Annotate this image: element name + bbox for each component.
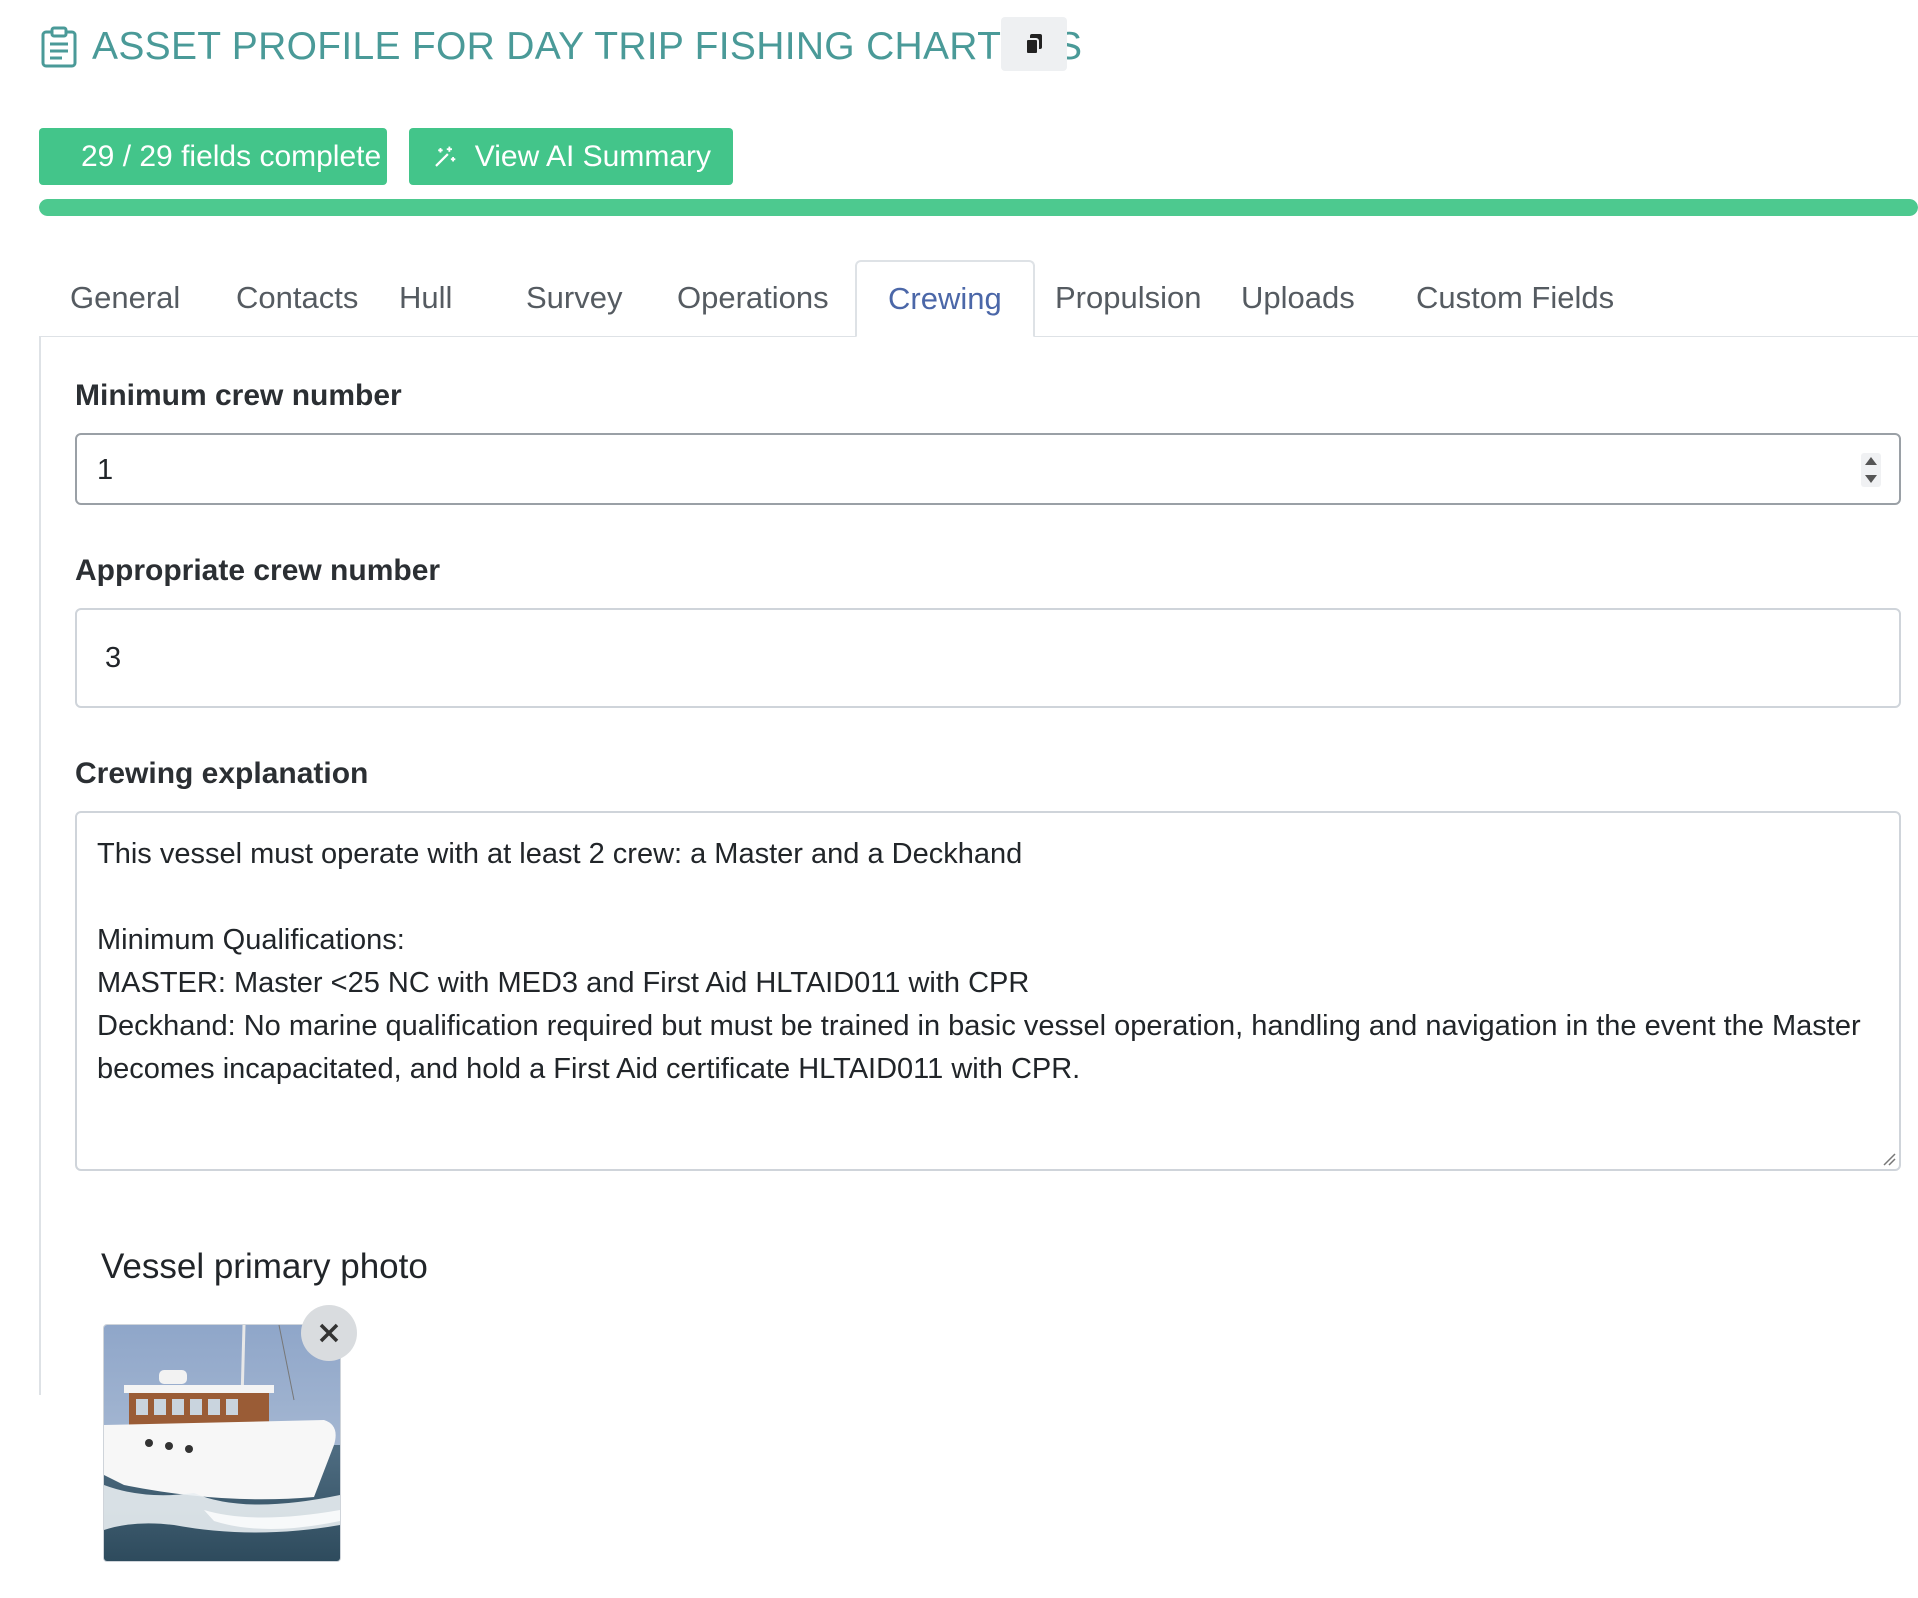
tab-propulsion[interactable]: Propulsion — [1024, 260, 1232, 336]
tab-hull[interactable]: Hull — [368, 260, 483, 336]
tab-crewing[interactable]: Crewing — [855, 260, 1035, 338]
magic-wand-icon — [435, 146, 456, 167]
vessel-photo-label: Vessel primary photo — [101, 1247, 428, 1286]
profile-tabs: General Contacts Hull Survey Operations … — [39, 260, 1918, 338]
min-crew-value: 1 — [97, 454, 114, 486]
appropriate-crew-value: 3 — [105, 642, 122, 674]
tab-survey[interactable]: Survey — [495, 260, 653, 336]
resize-handle-icon[interactable] — [1882, 1152, 1896, 1166]
view-ai-summary-button[interactable]: View AI Summary — [409, 128, 733, 185]
clipboard-icon — [41, 26, 77, 68]
completion-progress-fill — [39, 199, 1918, 216]
close-icon — [319, 1323, 339, 1343]
fields-complete-label: 29 / 29 fields complete — [81, 139, 382, 173]
completion-progress-bar — [39, 199, 1918, 216]
view-ai-summary-label: View AI Summary — [474, 139, 711, 173]
crewing-explanation-textarea[interactable]: This vessel must operate with at least 2… — [75, 811, 1901, 1171]
min-crew-input[interactable]: 1 — [75, 433, 1901, 505]
fields-complete-button[interactable]: 29 / 29 fields complete — [39, 128, 387, 185]
page-title: ASSET PROFILE FOR DAY TRIP FISHING CHART… — [92, 25, 1083, 68]
tab-custom-fields[interactable]: Custom Fields — [1385, 260, 1645, 336]
appropriate-crew-label: Appropriate crew number — [75, 554, 441, 587]
crewing-explanation-value: This vessel must operate with at least 2… — [97, 838, 1861, 1085]
tab-operations[interactable]: Operations — [646, 260, 860, 336]
number-stepper[interactable] — [1861, 453, 1881, 487]
vessel-photo-thumbnail[interactable] — [103, 1324, 341, 1562]
appropriate-crew-input[interactable]: 3 — [75, 608, 1901, 708]
remove-photo-button[interactable] — [301, 1305, 357, 1361]
copy-button[interactable] — [1001, 17, 1067, 71]
tab-general[interactable]: General — [39, 260, 211, 336]
page-header: ASSET PROFILE FOR DAY TRIP FISHING CHART… — [40, 18, 1082, 76]
min-crew-label: Minimum crew number — [75, 379, 402, 412]
tab-contacts[interactable]: Contacts — [205, 260, 389, 336]
tab-uploads[interactable]: Uploads — [1210, 260, 1386, 336]
copy-icon — [1025, 34, 1042, 55]
vessel-photo-image — [104, 1325, 340, 1561]
action-bar: 29 / 29 fields complete View AI Summary — [39, 128, 733, 185]
crewing-explanation-label: Crewing explanation — [75, 757, 369, 790]
